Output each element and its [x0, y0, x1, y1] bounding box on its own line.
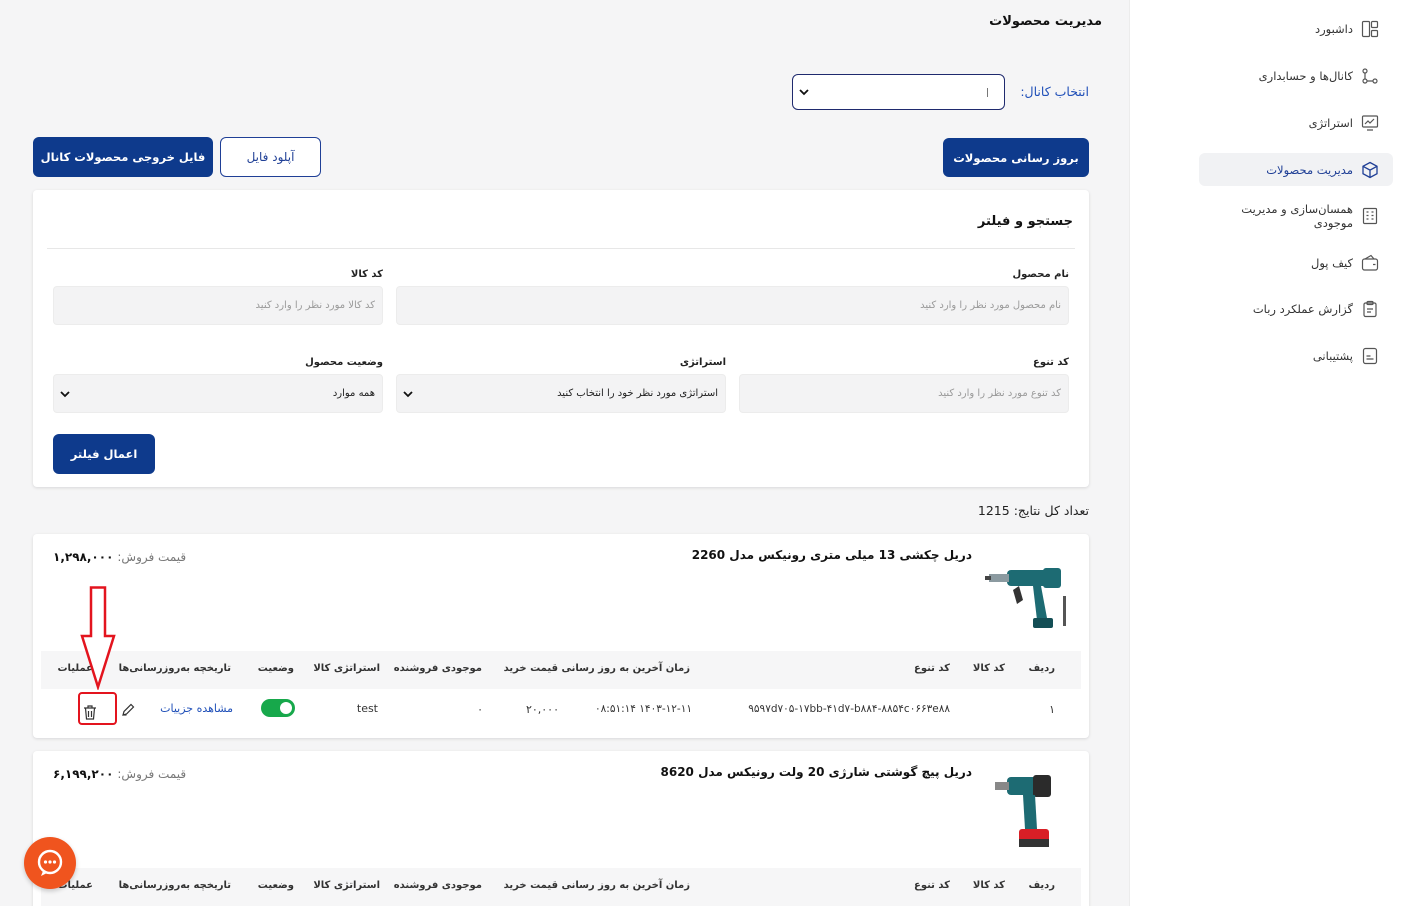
chat-support-button[interactable] [24, 837, 76, 889]
sidebar-item-label: کیف پول [1310, 255, 1353, 270]
sidebar-item-bot-report[interactable]: گزارش عملکرد ربات [1199, 292, 1393, 325]
filter-card: جستجو و فیلتر نام محصول نام محصول مورد ن… [33, 190, 1089, 487]
document-icon [1361, 347, 1379, 365]
page-title: مدیریت محصولات [989, 14, 1102, 29]
th-buy-price: قیمت خرید [503, 880, 558, 891]
th-seller-stock: موجودی فروشنده [393, 663, 482, 674]
cell-variant-code: ۹۵۹۷d۷۰۵-۱۷bb-۴۱d۷-b۸۸۴-۸۸۵۴c۰۶۶۳e۸۸ [748, 703, 950, 715]
strategy-select[interactable]: استراتژی مورد نظر خود را انتخاب کنید [396, 374, 726, 413]
product-price: قیمت فروش:۱,۲۹۸,۰۰۰ [53, 550, 186, 564]
sidebar-item-dashboard[interactable]: داشبورد [1199, 12, 1393, 45]
sidebar-item-label: استراتژی [1308, 115, 1353, 130]
price-value: ۶,۱۹۹,۲۰۰ [53, 767, 114, 781]
product-card: دریل چکشی 13 میلی متری رونیکس مدل 2260 ق… [33, 534, 1089, 738]
cell-strategy: test [356, 702, 378, 715]
export-products-button[interactable]: فایل خروجی محصولات کانال [33, 137, 213, 177]
th-product-code: کد کالا [972, 663, 1005, 674]
channel-label: انتخاب کانال: [1020, 84, 1089, 99]
status-select-value: همه موارد [332, 388, 375, 399]
building-icon [1361, 207, 1379, 225]
product-name-label: نام محصول [1012, 269, 1069, 280]
chevron-down-icon [403, 391, 413, 398]
sidebar-item-label: کانال‌ها و حسابداری [1258, 68, 1353, 83]
th-history: تاریخچه به‌روزرسانی‌ها [118, 663, 231, 674]
cell-buy-price: ۲۰,۰۰۰ [525, 703, 559, 716]
th-status: وضعیت [257, 880, 294, 891]
product-title: دریل پیچ گوشتی شارژی 20 ولت رونیکس مدل 8… [660, 765, 973, 779]
product-code-label: کد کالا [350, 269, 383, 280]
sidebar-item-label: مدیریت محصولات [1266, 162, 1353, 177]
th-strategy: استراتژی کالا [313, 663, 380, 674]
variant-code-input[interactable]: کد تنوع مورد نظر را وارد کنید [739, 374, 1069, 413]
sidebar: داشبورد کانال‌ها و حسابداری استراتژی مدی… [1129, 0, 1402, 906]
channel-select[interactable] [792, 74, 1005, 110]
status-label: وضعیت محصول [305, 357, 383, 368]
th-variant-code: کد تنوع [913, 880, 950, 891]
variant-code-label: کد تنوع [1032, 357, 1069, 368]
sidebar-item-label: پشتیبانی [1312, 348, 1353, 363]
sidebar-item-inventory[interactable]: همسان‌سازی و مدیریت موجودی [1199, 199, 1393, 232]
product-card: دریل پیچ گوشتی شارژی 20 ولت رونیکس مدل 8… [33, 751, 1089, 906]
th-last-update: زمان آخرین به روز رسانی [561, 880, 690, 891]
th-status: وضعیت [257, 663, 294, 674]
edit-button[interactable] [118, 700, 138, 720]
strategy-icon [1361, 114, 1379, 132]
status-select[interactable]: همه موارد [53, 374, 383, 413]
drill-image [985, 568, 1066, 628]
update-products-button[interactable]: بروز رسانی محصولات [943, 138, 1089, 177]
sidebar-item-wallet[interactable]: کیف پول [1199, 246, 1393, 279]
upload-file-button[interactable]: آپلود فایل [220, 137, 321, 177]
sidebar-item-channels[interactable]: کانال‌ها و حسابداری [1199, 59, 1393, 92]
product-name-input[interactable]: نام محصول مورد نظر را وارد کنید [396, 286, 1069, 325]
wallet-icon [1361, 254, 1379, 272]
sidebar-item-products[interactable]: مدیریت محصولات [1199, 153, 1393, 186]
table-header: ردیف کد کالا کد تنوع زمان آخرین به روز ر… [41, 868, 1081, 906]
product-title: دریل چکشی 13 میلی متری رونیکس مدل 2260 [691, 548, 972, 562]
th-last-update: زمان آخرین به روز رسانی [561, 663, 690, 674]
sidebar-item-strategy[interactable]: استراتژی [1199, 106, 1393, 139]
product-code-input[interactable]: کد کالا مورد نظر را وارد کنید [53, 286, 383, 325]
chevron-down-icon [799, 89, 809, 96]
price-label: قیمت فروش: [117, 550, 187, 564]
th-row: ردیف [1028, 663, 1055, 674]
table-header: ردیف کد کالا کد تنوع زمان آخرین به روز ر… [41, 651, 1081, 689]
strategy-label: استراتژی [679, 357, 726, 368]
drill-image [995, 775, 1051, 847]
chevron-down-icon [60, 391, 70, 398]
dashboard-icon [1361, 20, 1379, 38]
strategy-select-value: استراتژی مورد نظر خود را انتخاب کنید [557, 388, 718, 399]
sidebar-item-support[interactable]: پشتیبانی [1199, 339, 1393, 372]
th-strategy: استراتژی کالا [313, 880, 380, 891]
apply-filter-button[interactable]: اعمال فیلتر [53, 434, 155, 474]
text-cursor [987, 88, 988, 97]
channels-icon [1361, 67, 1379, 85]
annotation-arrow-icon [80, 586, 116, 690]
status-toggle[interactable] [261, 699, 295, 717]
history-details-link[interactable]: مشاهده جزییات [160, 702, 233, 715]
sidebar-item-label: داشبورد [1314, 21, 1353, 36]
th-variant-code: کد تنوع [913, 663, 950, 674]
th-row: ردیف [1028, 880, 1055, 891]
th-product-code: کد کالا [972, 880, 1005, 891]
pencil-icon [122, 703, 135, 716]
th-seller-stock: موجودی فروشنده [393, 880, 482, 891]
box-icon [1361, 161, 1379, 179]
sidebar-item-label: همسان‌سازی و مدیریت موجودی [1241, 201, 1353, 230]
annotation-highlight-box [78, 692, 117, 725]
sidebar-item-label: گزارش عملکرد ربات [1252, 301, 1353, 316]
chat-bubble-icon [37, 849, 63, 876]
product-price: قیمت فروش:۶,۱۹۹,۲۰۰ [53, 767, 186, 781]
cell-seller-stock: ۰ [477, 703, 483, 716]
cell-last-update: ۱۴۰۳-۱۲-۱۱ ۰۸:۵۱:۱۴ [595, 703, 692, 715]
th-history: تاریخچه به‌روزرسانی‌ها [118, 880, 231, 891]
cell-row-index: ۱ [1049, 703, 1055, 716]
clipboard-icon [1361, 300, 1379, 318]
price-value: ۱,۲۹۸,۰۰۰ [53, 550, 114, 564]
divider [47, 248, 1075, 249]
price-label: قیمت فروش: [117, 767, 187, 781]
filter-title: جستجو و فیلتر [977, 214, 1073, 229]
th-buy-price: قیمت خرید [503, 663, 558, 674]
results-total: تعداد کل نتایج: 1215 [977, 503, 1089, 518]
